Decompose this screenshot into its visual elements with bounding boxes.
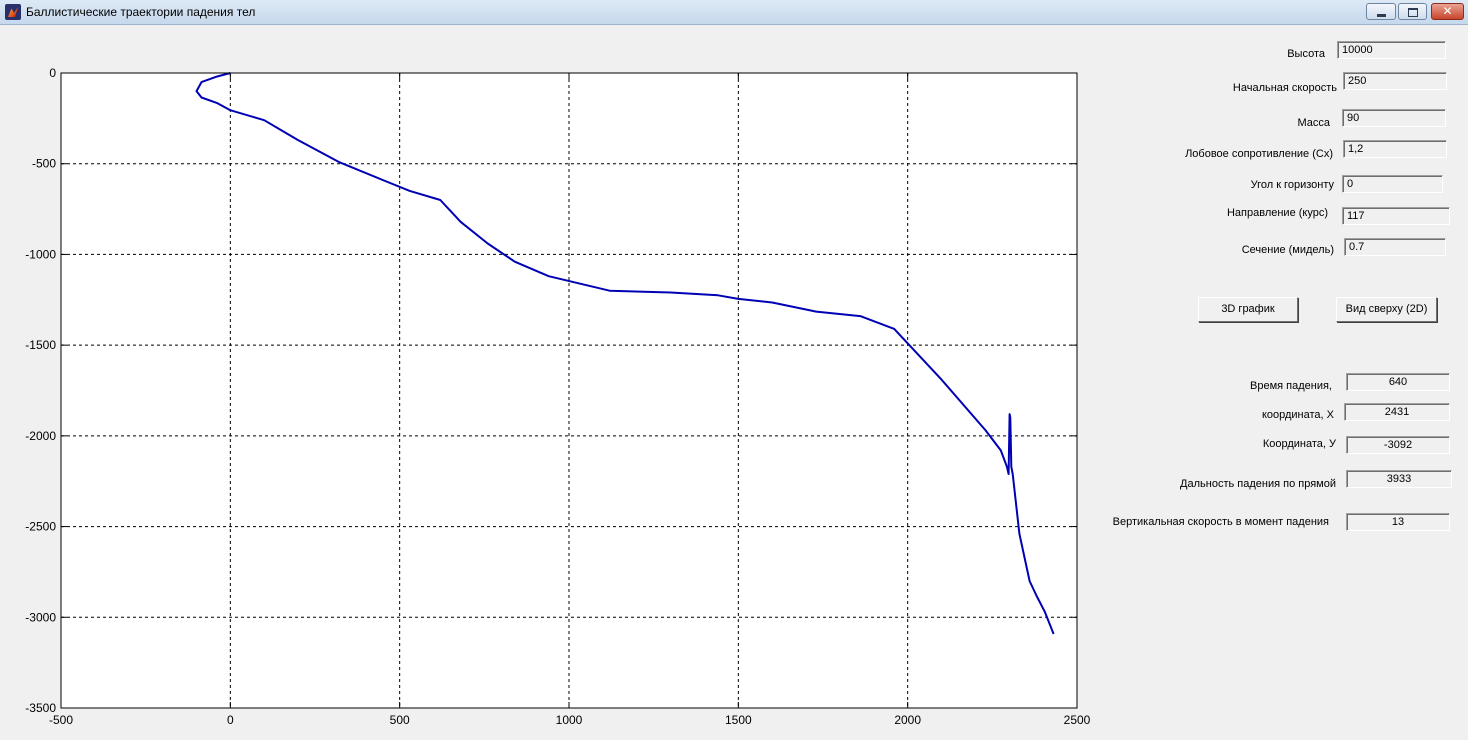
matlab-logo-icon [5,4,21,20]
x-tick-label: 2500 [1064,713,1091,727]
x-tick-label: 1500 [725,713,752,727]
straight-range-label: Дальность падения по прямой [1180,478,1336,490]
x-tick-label: -500 [49,713,73,727]
height-input[interactable]: 10000 [1337,41,1446,59]
drag-coefficient-input[interactable]: 1,2 [1343,140,1447,158]
y-tick-label: -2500 [25,520,56,534]
title-bar[interactable]: Баллистические траектории падения тел [0,0,1468,25]
drag-coefficient-label: Лобовое сопротивление (Cx) [1185,148,1333,160]
trajectory-plot: -500 0 500 1000 1500 2000 2500 0 -500 -1000 -1500… [25,66,1091,727]
straight-range-output: 3933 [1346,470,1452,488]
horizon-angle-input[interactable]: 0 [1342,175,1443,193]
fall-time-label: Время падения, [1250,380,1332,392]
heading-input[interactable]: 117 [1342,207,1450,225]
y-tick-label: -500 [32,157,56,171]
minimize-button[interactable] [1366,3,1396,20]
coordinate-x-label: координата, X [1261,409,1334,421]
coordinate-y-output: -3092 [1346,436,1450,454]
y-tick-label: -3000 [25,610,56,624]
initial-speed-label: Начальная скорость [1232,82,1337,94]
heading-label: Направление (курс) [1226,207,1328,219]
coordinate-y-label: Координата, У [1262,438,1336,450]
cross-section-input[interactable]: 0.7 [1344,238,1446,256]
y-tick-label: -1500 [25,338,56,352]
close-button[interactable] [1431,3,1464,20]
cross-section-label: Сечение (мидель) [1241,244,1334,256]
plot-3d-button[interactable]: 3D график [1198,297,1298,322]
y-tick-label: -3500 [25,701,56,715]
x-tick-label: 0 [227,713,234,727]
mass-label: Масса [1297,117,1330,129]
y-tick-label: -1000 [25,247,56,261]
plot-area [61,73,1077,708]
horizon-angle-label: Угол к горизонту [1250,179,1334,191]
initial-speed-input[interactable]: 250 [1343,72,1447,90]
vertical-speed-label: Вертикальная скорость в момент падения [1112,516,1329,528]
x-tick-label: 1000 [556,713,583,727]
y-tick-labels: 0 -500 -1000 -1500 -2000 -2500 -3000 -3500 [25,66,56,715]
coordinate-x-output: 2431 [1344,403,1450,421]
y-tick-label: -2000 [25,429,56,443]
vertical-speed-output: 13 [1346,513,1450,531]
window-title: Баллистические траектории падения тел [26,5,256,19]
x-tick-labels: -500 0 500 1000 1500 2000 2500 [49,713,1091,727]
x-tick-label: 2000 [894,713,921,727]
height-label: Высота [1287,48,1325,60]
maximize-button[interactable] [1398,3,1427,20]
fall-time-output: 640 [1346,373,1450,391]
top-view-2d-button[interactable]: Вид сверху (2D) [1336,297,1437,322]
mass-input[interactable]: 90 [1342,109,1446,127]
x-tick-label: 500 [390,713,410,727]
y-tick-label: 0 [49,66,56,80]
